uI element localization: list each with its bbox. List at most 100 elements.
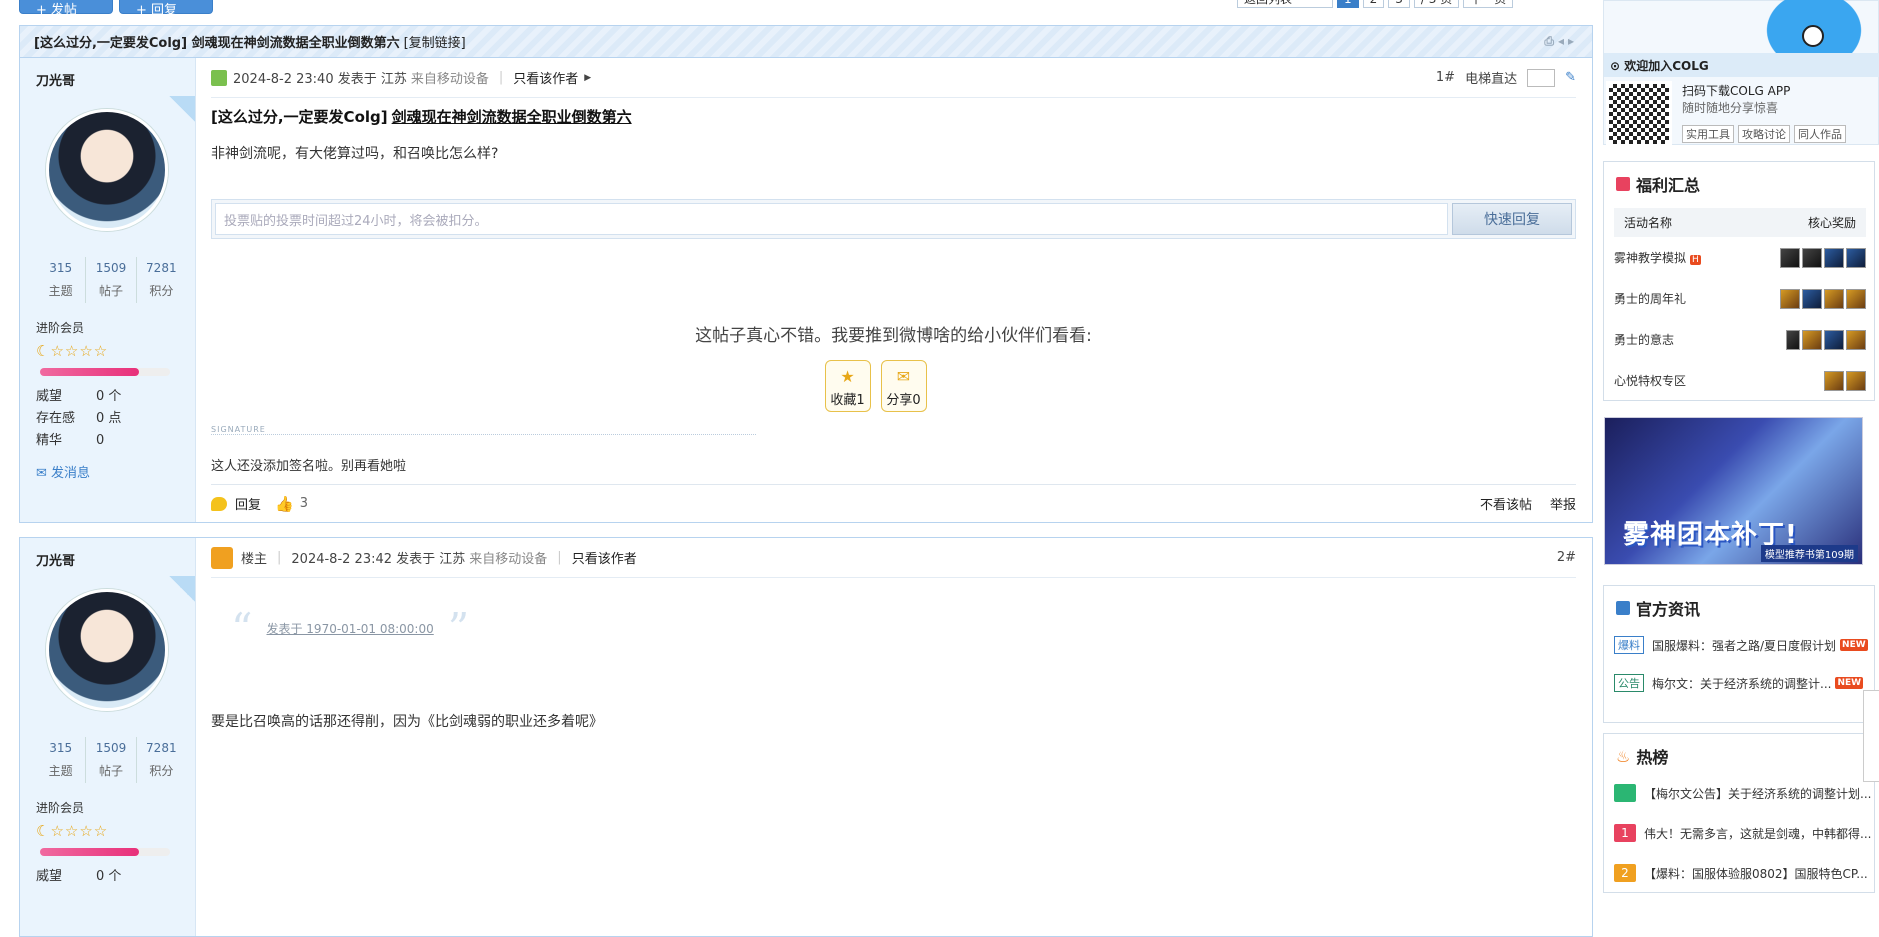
elevator-input[interactable] [1527, 68, 1556, 87]
user-level[interactable]: 进阶会员 [36, 799, 195, 816]
arrow-right-icon: ▶ [584, 72, 592, 83]
print-prev-next-icons[interactable]: ⎙◂▸ [1544, 34, 1578, 49]
share-icon: ✉ [896, 367, 911, 386]
tag-guides[interactable]: 攻略讨论 [1738, 125, 1790, 143]
right-sidebar: ⊙ 欢迎加入COLG 扫码下载COLG APP 随时随地分享惊喜 实用工具 攻略讨… [1603, 0, 1879, 893]
signature-label: SIGNATURE [211, 426, 756, 435]
post-meta: 2024-8-2 23:40 发表于 江苏 来自移动设备 | 只看该作者 ▶ 1… [211, 58, 1576, 98]
like-count: 3 [299, 496, 308, 511]
avatar[interactable] [46, 109, 168, 231]
post-title-link[interactable]: 剑魂现在神剑流数据全职业倒数第六 [392, 108, 632, 126]
user-icon [211, 69, 227, 86]
stat-threads[interactable]: 315 主题 [36, 737, 87, 783]
post-body: 非神剑流呢，有大佬算过吗，和召唤比怎么样? [211, 146, 499, 162]
gift-icon [1616, 177, 1630, 191]
news-title: 官方资讯 [1604, 586, 1874, 620]
only-author-link[interactable]: 只看该作者 [572, 548, 637, 567]
thread-title-bar: [这么过分,一定要发Colg] 剑魂现在神剑流数据全职业倒数第六 [复制链接] … [19, 25, 1593, 58]
app-promo: ⊙ 欢迎加入COLG 扫码下载COLG APP 随时随地分享惊喜 实用工具 攻略讨… [1603, 0, 1879, 147]
next-page-link[interactable]: 下一页 [1463, 0, 1514, 8]
news-item[interactable]: 公告 梅尔文：关于经济系统的调整计... NEW [1614, 670, 1874, 696]
welfare-row[interactable]: 勇士的意志 [1614, 319, 1866, 360]
flame-icon: ♨ [1616, 746, 1631, 766]
reply-button[interactable]: + 回复 [119, 0, 213, 18]
stat-posts[interactable]: 1509 帖子 [86, 257, 137, 303]
reply-input[interactable]: 投票贴的投票时间超过24小时，将会被扣分。 [215, 203, 1448, 235]
author-panel: 刀光哥 315 主题 1509 帖子 7281 积分 进阶会员 ☾☆☆☆☆ 威望 0 个 [20, 538, 196, 936]
stat-posts[interactable]: 1509 帖子 [86, 737, 137, 783]
signature-text: 这人还没添加签名啦。别再看她啦 [211, 459, 407, 474]
stat-threads[interactable]: 315 主题 [36, 257, 87, 303]
thread-main: [这么过分,一定要发Colg] 剑魂现在神剑流数据全职业倒数第六 [复制链接] … [19, 25, 1593, 937]
quote-block: “发表于 1970-01-01 08:00:00” [231, 604, 470, 653]
welfare-box: 福利汇总 活动名称 核心奖励 雾神教学模拟 H 勇士的周年礼 勇士的意志 心悦特权专… [1603, 161, 1875, 401]
host-icon [211, 546, 233, 569]
tag-tools[interactable]: 实用工具 [1682, 125, 1734, 143]
welfare-row[interactable]: 心悦特权专区 [1614, 360, 1866, 401]
copy-link[interactable]: [复制链接] [404, 32, 466, 51]
pagination: 返回列表 1 2 3 / 3 页 下一页 [1237, 0, 1514, 8]
go-icon[interactable]: ✎ [1565, 70, 1576, 85]
author-attributes: 威望 0 个 [36, 869, 122, 884]
post-2: 刀光哥 315 主题 1509 帖子 7281 积分 进阶会员 ☾☆☆☆☆ 威望 0 个… [19, 537, 1593, 937]
quick-reply-button[interactable]: 快速回复 [1452, 203, 1572, 235]
stat-points[interactable]: 7281 积分 [137, 257, 186, 303]
author-name[interactable]: 刀光哥 [36, 70, 195, 89]
ignore-thread-link[interactable]: 不看该帖 [1480, 494, 1532, 513]
star-icon: ★ [840, 367, 855, 386]
favorite-button[interactable]: ★ 收藏1 [824, 360, 871, 412]
online-corner-icon [169, 576, 195, 602]
welfare-row[interactable]: 雾神教学模拟 H [1614, 237, 1866, 278]
reply-icon [211, 496, 227, 511]
banner-subtitle: 模型推荐书第109期 [1760, 545, 1858, 562]
welfare-table: 活动名称 核心奖励 雾神教学模拟 H 勇士的周年礼 勇士的意志 心悦特权专区 [1614, 208, 1866, 401]
post-footer: 回复 👍 3 不看该帖 举报 [211, 484, 1576, 522]
share-button[interactable]: ✉ 分享0 [880, 360, 927, 412]
floor-number[interactable]: 1# [1436, 70, 1455, 85]
post-new-button[interactable]: + 发帖 [19, 0, 113, 18]
only-author-link[interactable]: 只看该作者 [513, 68, 578, 87]
page-1[interactable]: 1 [1337, 0, 1359, 8]
thread-title: [这么过分,一定要发Colg] 剑魂现在神剑流数据全职业倒数第六 [34, 36, 400, 51]
quote-time-link[interactable]: 发表于 1970-01-01 08:00:00 [266, 620, 433, 637]
floor-number[interactable]: 2# [1557, 550, 1576, 565]
stat-points[interactable]: 7281 积分 [137, 737, 186, 783]
welfare-title: 福利汇总 [1604, 162, 1874, 196]
tag-fanworks[interactable]: 同人作品 [1794, 125, 1846, 143]
back-to-list-link[interactable]: 返回列表 [1237, 0, 1333, 8]
reply-link[interactable]: 回复 [235, 494, 261, 513]
report-link[interactable]: 举报 [1550, 494, 1576, 513]
author-attributes: 威望 0 个 存在感 0 点 精华 0 [36, 389, 122, 448]
welfare-row[interactable]: 勇士的周年礼 [1614, 278, 1866, 319]
post-meta: 楼主 | 2024-8-2 23:42 发表于 江苏 来自移动设备 | 只看该作… [211, 538, 1576, 578]
promo-banner[interactable]: 雾神团本补丁! 模型推荐书第109期 [1604, 417, 1863, 565]
post-body: 要是比召唤高的话那还得削，因为《比剑魂弱的职业还多着呢》 [211, 714, 603, 730]
page-2[interactable]: 2 [1362, 0, 1385, 8]
device-label: 来自移动设备 [469, 552, 548, 567]
hot-list-box: ♨ 热榜 【梅尔文公告】关于经济系统的调整计划... 1 伟大！无需多言，这就是剑魂… [1603, 733, 1875, 893]
elevator-label: 电梯直达 [1465, 72, 1518, 87]
host-label: 楼主 [241, 552, 268, 567]
quick-reply-box: 投票贴的投票时间超过24小时，将会被扣分。 快速回复 [211, 199, 1576, 239]
send-message-link[interactable]: ✉ 发消息 [36, 462, 195, 481]
hot-item[interactable]: 2 【爆料：国服体验服0802】国服特色CP... [1614, 858, 1874, 888]
post-title: [这么过分,一定要发Colg] 剑魂现在神剑流数据全职业倒数第六 [211, 108, 632, 126]
page-3[interactable]: 3 [1388, 0, 1410, 8]
qr-code-image [1606, 81, 1672, 147]
device-label: 来自移动设备 [410, 72, 489, 87]
author-name[interactable]: 刀光哥 [36, 550, 195, 569]
online-corner-icon [169, 96, 195, 122]
thumb-up-icon[interactable]: 👍 [275, 495, 294, 513]
join-heading: ⊙ 欢迎加入COLG [1604, 53, 1879, 77]
hot-item[interactable]: 1 伟大！无需多言，这就是剑魂，中韩都得... [1614, 818, 1874, 848]
author-panel: 刀光哥 315 主题 1509 帖子 7281 积分 进阶会员 ☾☆☆☆☆ 威望 0 个… [20, 58, 196, 522]
floating-toolbar[interactable] [1863, 690, 1879, 782]
news-item[interactable]: 爆料 国服爆料：强者之路/夏日度假计划 NEW [1614, 632, 1874, 658]
post-content: 2024-8-2 23:40 发表于 江苏 来自移动设备 | 只看该作者 ▶ 1… [196, 58, 1592, 522]
post-content: 楼主 | 2024-8-2 23:42 发表于 江苏 来自移动设备 | 只看该作… [196, 538, 1592, 936]
hot-item[interactable]: 【梅尔文公告】关于经济系统的调整计划... [1614, 778, 1874, 808]
hot-title: ♨ 热榜 [1616, 746, 1669, 768]
level-stars-icon: ☾☆☆☆☆ [36, 822, 109, 840]
user-level[interactable]: 进阶会员 [36, 319, 195, 336]
avatar[interactable] [46, 589, 168, 711]
